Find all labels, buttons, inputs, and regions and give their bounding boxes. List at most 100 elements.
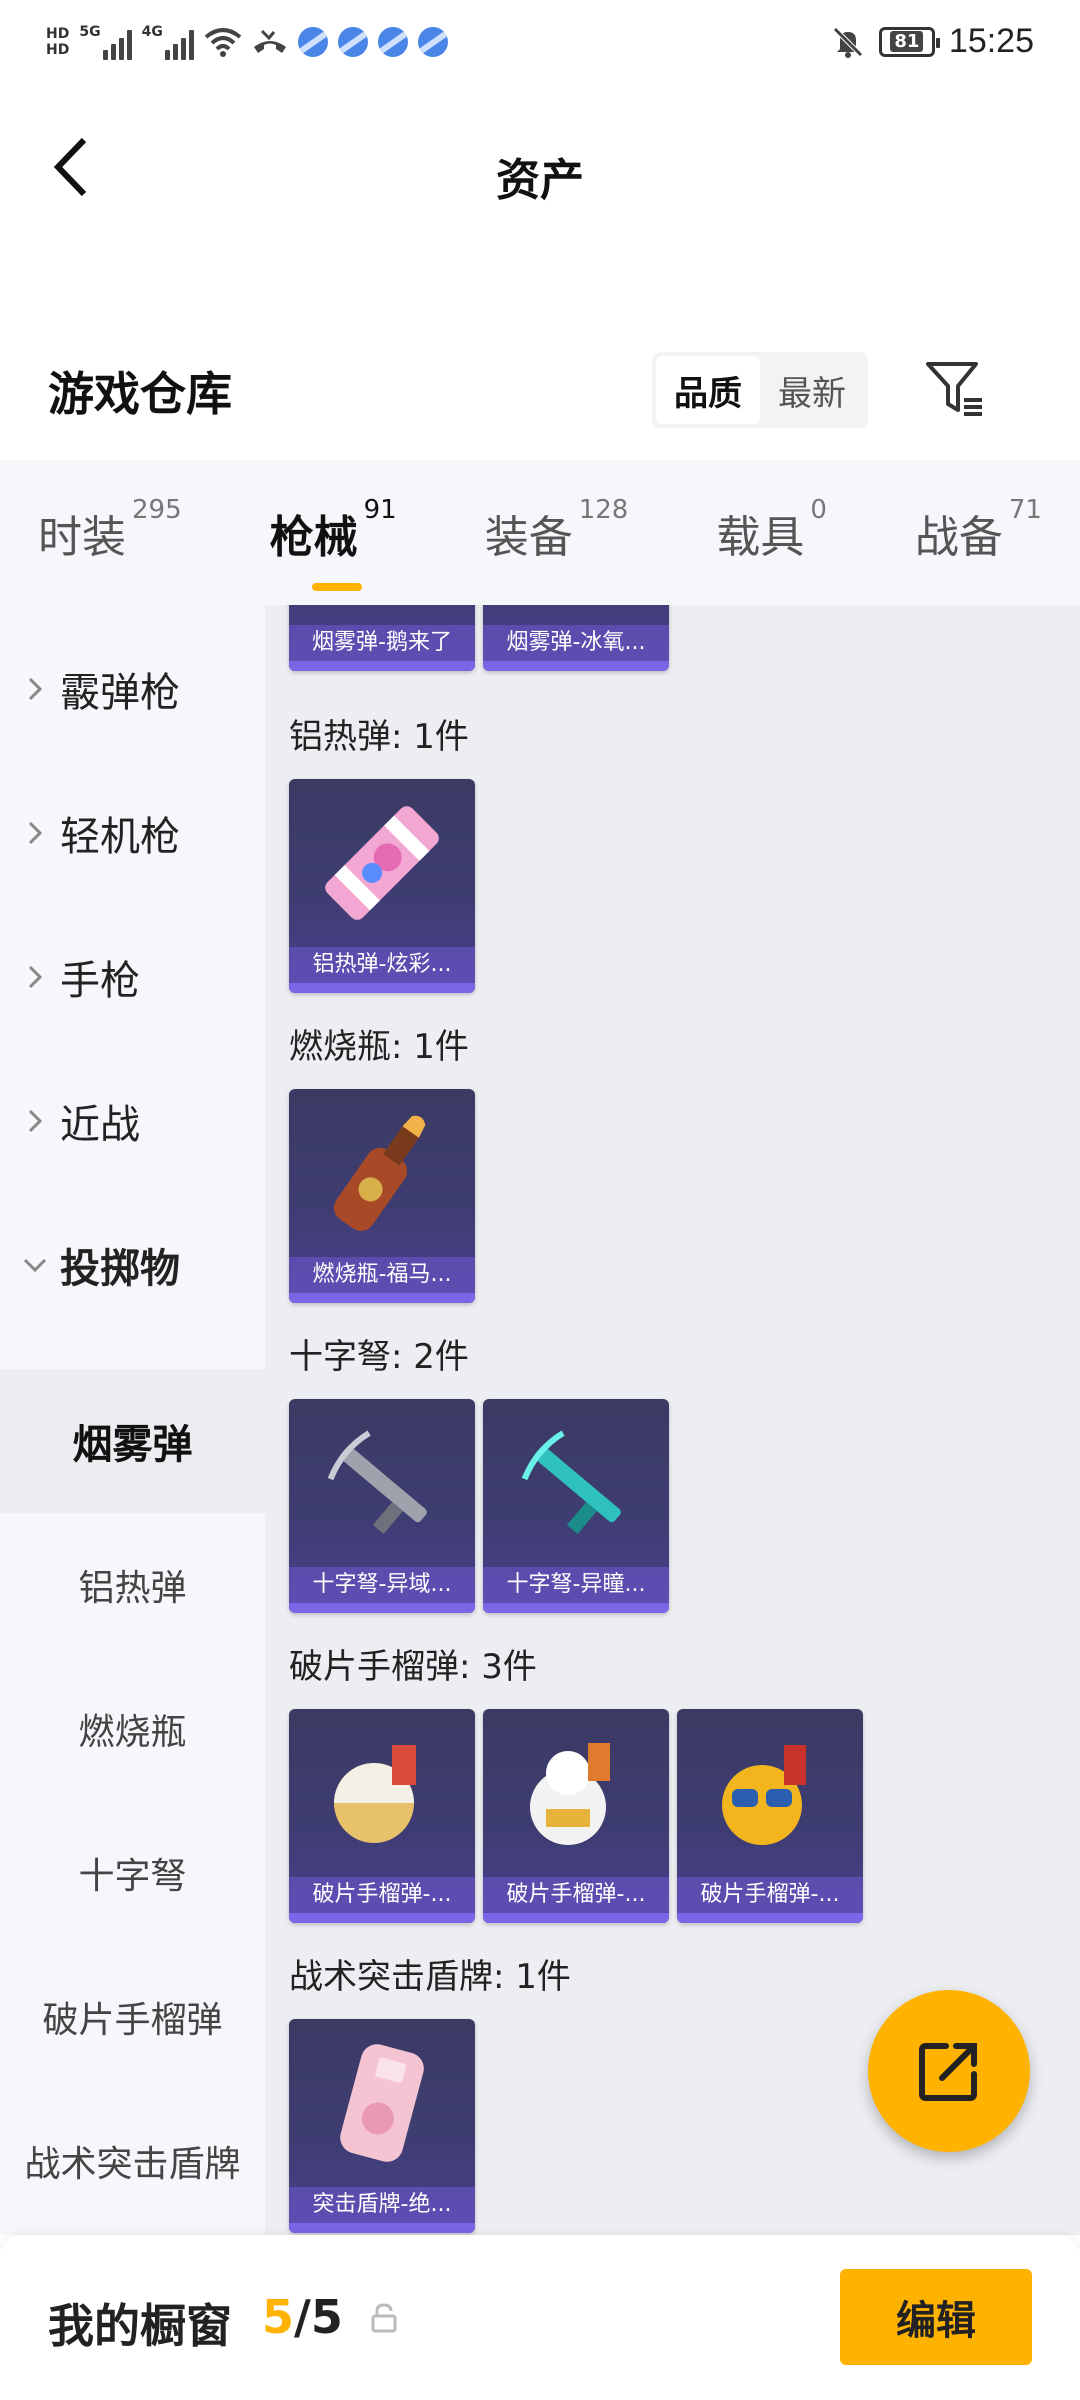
item-label: 破片手榴弹-... <box>289 1877 475 1913</box>
signal-bars-icon <box>102 24 132 60</box>
sidebar-item-label: 近战 <box>60 1102 140 1148</box>
tab-count: 71 <box>1008 494 1042 525</box>
filter-button[interactable] <box>920 354 990 424</box>
tab-fashion[interactable]: 时装 295 <box>38 495 182 565</box>
chevron-right-icon <box>28 965 42 989</box>
filter-icon <box>926 362 982 416</box>
category-tabs: 时装 295 枪械 91 装备 128 载具 0 战备 71 <box>0 460 1080 605</box>
wifi-icon <box>204 28 242 57</box>
card-strip <box>289 1293 475 1303</box>
item-card[interactable]: 破片手榴弹-... <box>483 1709 669 1923</box>
hd1-label: HD <box>46 26 70 42</box>
card-strip <box>289 983 475 993</box>
signal-bars-icon <box>164 24 194 60</box>
tab-supplies[interactable]: 战备 71 <box>914 495 1042 565</box>
item-card[interactable]: 突击盾牌-绝... <box>289 2019 475 2233</box>
tab-vehicles[interactable]: 载具 0 <box>716 495 827 565</box>
crossbow-art <box>289 1399 475 1567</box>
signal-5g: 5G <box>79 24 132 60</box>
frag-grenade-art <box>289 1709 475 1877</box>
item-card[interactable]: 破片手榴弹-... <box>677 1709 863 1923</box>
sidebar-sub-molotov[interactable]: 燃烧瓶 <box>0 1657 265 1801</box>
edit-button[interactable]: 编辑 <box>840 2269 1032 2365</box>
app-header: 资产 <box>0 100 1080 235</box>
sidebar-sub-shield[interactable]: 战术突击盾牌 <box>0 2089 265 2233</box>
showcase-separator: / <box>294 2290 311 2344</box>
tab-weapons[interactable]: 枪械 91 <box>270 495 397 591</box>
tab-label: 载具 <box>716 511 805 563</box>
item-card[interactable]: 烟雾弹-鹅来了 <box>289 605 475 671</box>
sidebar-sub-smoke[interactable]: 烟雾弹 <box>0 1369 265 1513</box>
item-card[interactable]: 十字弩-异域... <box>289 1399 475 1613</box>
tab-count: 128 <box>578 494 629 525</box>
thermite-art <box>289 779 475 947</box>
missed-call-icon <box>253 29 286 53</box>
tab-label: 时装 <box>38 511 126 563</box>
bell-muted-icon <box>833 26 863 58</box>
hd-indicator: HD HD <box>46 26 69 58</box>
group-label-molotov: 燃烧瓶: 1件 <box>289 1027 469 1067</box>
tab-label: 战备 <box>914 511 1003 563</box>
share-icon <box>919 2043 977 2101</box>
item-label: 破片手榴弹-... <box>483 1877 669 1913</box>
tab-equipment[interactable]: 装备 128 <box>484 495 629 565</box>
item-label: 燃烧瓶-福马... <box>289 1257 475 1293</box>
chevron-right-icon <box>28 821 42 845</box>
share-fab[interactable] <box>868 1990 1030 2152</box>
signal-4g: 4G <box>142 24 194 60</box>
item-card[interactable]: 十字弩-异瞳... <box>483 1399 669 1613</box>
app-notification-icon <box>417 27 448 57</box>
lock-icon <box>371 2303 397 2333</box>
sidebar-item-label: 轻机枪 <box>60 814 180 860</box>
hd2-label: HD <box>46 42 70 58</box>
tab-label: 装备 <box>484 511 573 563</box>
showcase-count: 5/5 <box>262 2290 343 2344</box>
item-label: 烟雾弹-冰氧... <box>483 625 669 661</box>
app-notification-icon <box>377 27 408 57</box>
item-card[interactable]: 烟雾弹-冰氧... <box>483 605 669 671</box>
card-strip <box>483 1913 669 1923</box>
frag-grenade-art <box>677 1709 863 1877</box>
status-right: 81 15:25 <box>831 22 1034 61</box>
sort-latest-button[interactable]: 最新 <box>760 356 864 424</box>
sidebar-sub-thermite[interactable]: 铝热弹 <box>0 1513 265 1657</box>
sidebar-item-label: 霰弹枪 <box>60 670 180 716</box>
card-strip <box>289 2223 475 2233</box>
sidebar-item-throwables[interactable]: 投掷物 <box>0 1193 265 1337</box>
app-notification-icon <box>337 27 368 57</box>
item-label: 十字弩-异域... <box>289 1567 475 1603</box>
frag-grenade-art <box>483 1709 669 1877</box>
item-card[interactable]: 燃烧瓶-福马... <box>289 1089 475 1303</box>
warehouse-header: 游戏仓库 品质 最新 <box>0 330 1080 460</box>
category-sidebar[interactable]: 霰弹枪 轻机枪 手枪 近战 投掷物 烟雾弹 铝热弹 燃烧瓶 十字弩 破片手榴弹 … <box>0 605 265 2235</box>
sidebar-sub-crossbow[interactable]: 十字弩 <box>0 1801 265 1945</box>
shield-art <box>289 2019 475 2187</box>
sidebar-sub-frag[interactable]: 破片手榴弹 <box>0 1945 265 2089</box>
group-label-shield: 战术突击盾牌: 1件 <box>289 1957 571 1997</box>
item-label: 烟雾弹-鹅来了 <box>289 625 475 661</box>
warehouse-title: 游戏仓库 <box>48 367 232 421</box>
chevron-right-icon <box>28 1109 42 1133</box>
card-strip <box>289 661 475 671</box>
item-label: 突击盾牌-绝... <box>289 2187 475 2223</box>
crossbow-art <box>483 1399 669 1567</box>
clock: 15:25 <box>948 22 1034 60</box>
group-label-crossbow: 十字弩: 2件 <box>289 1337 469 1377</box>
item-card[interactable]: 铝热弹-炫彩... <box>289 779 475 993</box>
sort-toggle: 品质 最新 <box>652 352 868 428</box>
card-strip <box>677 1913 863 1923</box>
sidebar-item-pistol[interactable]: 手枪 <box>0 905 265 1049</box>
sidebar-item-lmg[interactable]: 轻机枪 <box>0 761 265 905</box>
smoke-grenade-art <box>289 605 475 625</box>
showcase-bar: 我的橱窗 5/5 编辑 <box>0 2235 1080 2400</box>
molotov-art <box>289 1089 475 1257</box>
card-strip <box>289 1603 475 1613</box>
active-tab-indicator <box>311 582 362 591</box>
item-card[interactable]: 破片手榴弹-... <box>289 1709 475 1923</box>
sort-quality-button[interactable]: 品质 <box>656 356 760 424</box>
net2-label: 4G <box>141 24 163 40</box>
sidebar-item-shotgun[interactable]: 霰弹枪 <box>0 617 265 761</box>
sidebar-item-melee[interactable]: 近战 <box>0 1049 265 1193</box>
card-strip <box>483 661 669 671</box>
card-strip <box>289 1913 475 1923</box>
